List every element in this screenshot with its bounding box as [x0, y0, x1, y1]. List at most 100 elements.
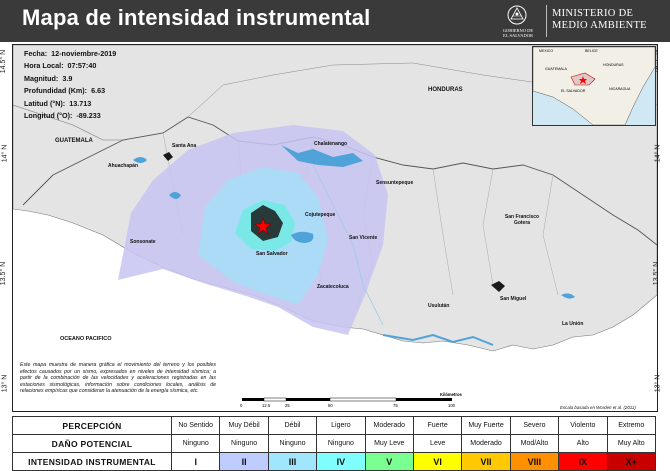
legend-damage-4: Ninguno: [316, 434, 366, 453]
lat-tick-left-2: 14° N: [1, 144, 9, 163]
event-depth-value: 6.63: [91, 86, 106, 96]
event-time-label: Hora Local:: [24, 61, 64, 71]
lat-tick-right-2: 14° N: [654, 144, 662, 163]
legend-damage-9: Alto: [558, 434, 608, 453]
scale-tick-4: 75: [393, 403, 398, 408]
event-info-panel: Fecha: 12-noviembre-2019 Hora Local: 07:57…: [24, 48, 116, 122]
legend-intensity-9: IX: [558, 452, 608, 471]
inset-label-6: NICARAGUA: [609, 87, 631, 91]
government-label: GOBIERNO DE EL SALVADOR: [494, 28, 542, 38]
legend-perception-1: No Sentido: [170, 416, 221, 435]
lat-tick-left-1: 14.5° N: [0, 49, 8, 74]
legend-damage-5: Muy Leve: [364, 434, 414, 453]
map-header: Mapa de intensidad instrumental GOBIERNO…: [0, 0, 670, 42]
ministry-label: MINISTERIO DE MEDIO AMBIENTE: [552, 8, 647, 32]
lat-tick-right-3: 13.5° N: [653, 261, 661, 286]
event-lon-row: Longitud (°O): -89.233: [24, 110, 116, 122]
legend-damage-2: Ninguno: [219, 434, 269, 453]
event-mag-value: 3.9: [62, 73, 73, 83]
legend-damage-7: Moderado: [461, 434, 511, 453]
event-lon-label: Longitud (°O):: [24, 111, 73, 121]
place-zacatecoluca: Zacatecoluca: [317, 284, 349, 290]
legend-intensity-1: I: [170, 452, 221, 471]
scale-unit: Kilómetros: [440, 392, 462, 397]
scale-seg-2: [263, 397, 287, 402]
legend-row-intensity: INTENSIDAD INSTRUMENTAL I II III IV V VI…: [12, 452, 657, 471]
event-lat-value: 13.713: [69, 98, 92, 108]
legend-header-intensity: INTENSIDAD INSTRUMENTAL: [12, 452, 172, 471]
place-ahuachapan: Ahuachapán: [108, 163, 139, 169]
inset-land: [533, 47, 655, 125]
inset-label-1: MEXICO: [539, 49, 554, 53]
region-ocean: OCEANO PACIFICO: [60, 336, 112, 342]
event-date-label: Fecha:: [24, 49, 48, 58]
place-san-miguel: San Miguel: [500, 296, 527, 302]
region-guatemala: GUATEMALA: [55, 138, 93, 144]
event-depth-label: Profundidad (Km):: [24, 86, 88, 96]
legend-row-damage: DAÑO POTENCIAL Ninguno Ninguno Ninguno N…: [12, 434, 657, 453]
legend-perception-9: Violento: [558, 416, 608, 435]
legend-damage-10: Muy Alto: [606, 434, 657, 453]
scale-tick-5: 100: [448, 403, 455, 408]
scale-source: Escala basada en Worden et al. (2011): [560, 405, 636, 410]
scale-seg-4: [329, 397, 397, 402]
legend-damage-8: Mod/Alto: [509, 434, 560, 453]
scale-bar: [242, 397, 452, 402]
place-san-salvador: San Salvador: [256, 251, 288, 257]
map-description: Este mapa muestra de manera gráfica el m…: [20, 362, 216, 395]
legend-perception-7: Muy Fuerte: [461, 416, 511, 435]
event-date-row: Fecha: 12-noviembre-2019: [24, 48, 116, 60]
event-depth-row: Profundidad (Km): 6.63: [24, 85, 116, 97]
event-lat-label: Latitud (°N):: [24, 98, 66, 108]
header-divider: [546, 5, 547, 37]
inset-label-3: GUATEMALA: [545, 67, 567, 71]
scale-seg-3: [286, 398, 330, 401]
event-time-value: 07:57:40: [67, 61, 97, 71]
inset-label-4: HONDURAS: [603, 63, 624, 67]
legend-intensity-10: X+: [606, 452, 657, 471]
inset-canvas: [533, 47, 655, 125]
scale-seg-5: [396, 398, 452, 401]
scale-seg-1: [242, 398, 264, 401]
event-mag-label: Magnitud:: [24, 73, 59, 83]
legend-row-perception: PERCEPCIÓN No Sentido Muy Débil Débil Li…: [12, 416, 657, 435]
legend-damage-6: Leve: [412, 434, 463, 453]
place-san-vicente: San Vicente: [349, 235, 378, 241]
legend-intensity-7: VII: [461, 452, 511, 471]
place-san-francisco-gotera: San Francisco Gotera: [504, 214, 540, 226]
inset-label-5: EL SALVADOR: [561, 89, 586, 93]
place-sonsonate: Sonsonate: [130, 239, 156, 245]
legend-header-perception: PERCEPCIÓN: [12, 416, 172, 435]
legend-damage-3: Ninguno: [267, 434, 318, 453]
legend-perception-5: Moderado: [364, 416, 414, 435]
legend-header-damage: DAÑO POTENCIAL: [12, 434, 172, 453]
place-santa-ana: Santa Ana: [172, 143, 197, 149]
event-mag-row: Magnitud: 3.9: [24, 73, 116, 85]
legend-intensity-3: III: [267, 452, 318, 471]
legend-intensity-8: VIII: [509, 452, 560, 471]
event-lon-value: -89.233: [76, 111, 101, 121]
map-title: Mapa de intensidad instrumental: [22, 5, 371, 30]
lat-tick-right-4: 13° N: [654, 374, 662, 393]
scale-tick-2: 25: [285, 403, 290, 408]
legend-perception-8: Severo: [509, 416, 560, 435]
place-sensuntepeque: Sensuntepeque: [376, 180, 414, 186]
place-chalatenango: Chalatenango: [314, 141, 348, 147]
inset-label-2: BELICE: [585, 49, 598, 53]
place-usulutan: Usulután: [428, 303, 450, 309]
lat-tick-left-4: 13° N: [1, 374, 9, 393]
legend-damage-1: Ninguno: [170, 434, 221, 453]
legend-intensity-2: II: [219, 452, 269, 471]
gov-line-2: EL SALVADOR: [503, 33, 533, 38]
ministry-line-2: MEDIO AMBIENTE: [552, 20, 647, 31]
place-cojutepeque: Cojutepeque: [305, 212, 336, 218]
event-date-value: 12-noviembre-2019: [51, 49, 117, 58]
legend-intensity-6: VI: [412, 452, 463, 471]
lat-tick-left-3: 13.5° N: [0, 261, 8, 286]
legend-intensity-5: V: [364, 452, 414, 471]
intensity-legend: PERCEPCIÓN No Sentido Muy Débil Débil Li…: [12, 416, 657, 471]
ministry-line-1: MINISTERIO DE: [552, 8, 634, 19]
legend-perception-3: Débil: [267, 416, 318, 435]
locator-inset-map: MEXICO BELICE GUATEMALA HONDURAS EL SALV…: [532, 46, 656, 126]
legend-perception-2: Muy Débil: [219, 416, 269, 435]
